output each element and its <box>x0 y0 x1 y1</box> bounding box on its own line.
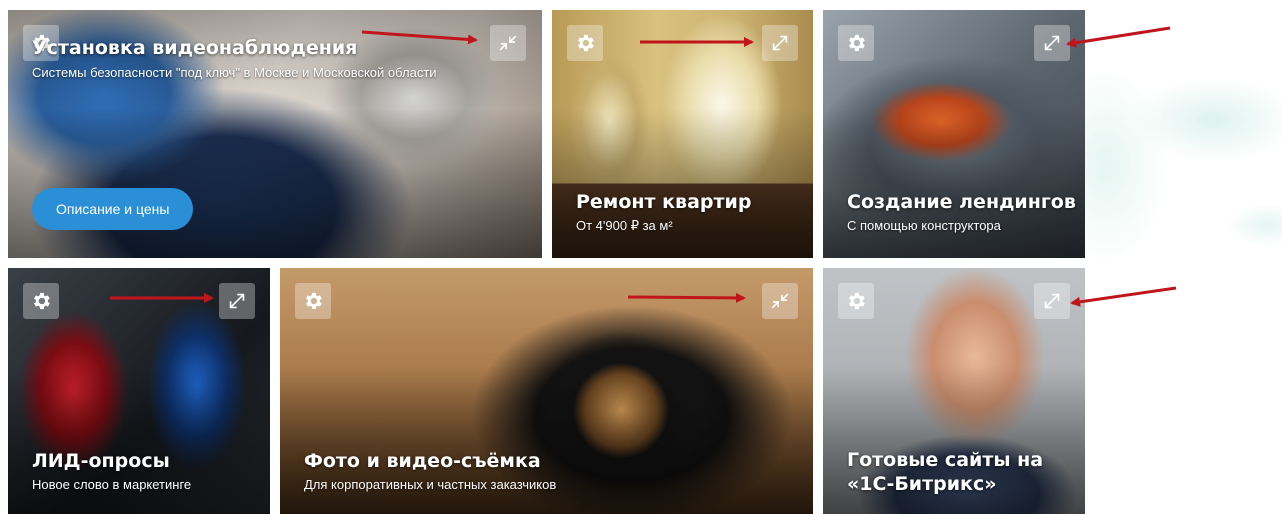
tile-title-line2: «1С-Битрикс» <box>847 473 997 495</box>
tile-overlay <box>823 109 1085 258</box>
expand-icon <box>226 290 248 312</box>
expand-button[interactable] <box>219 283 255 319</box>
tile-video-surveillance[interactable]: Установка видеонаблюдения Системы безопа… <box>8 10 542 258</box>
tile-subtitle: С помощью конструктора <box>847 218 1001 233</box>
gear-icon <box>30 290 52 312</box>
tile-bitrix-sites[interactable]: Готовые сайты на «1С-Битрикс» <box>823 268 1085 514</box>
settings-button[interactable] <box>567 25 603 61</box>
tile-subtitle: Для корпоративных и частных заказчиков <box>304 477 557 492</box>
tile-subtitle: Новое слово в маркетинге <box>32 477 192 492</box>
expand-icon <box>1041 290 1063 312</box>
tile-grid: Установка видеонаблюдения Системы безопа… <box>0 0 1282 514</box>
tile-title: Установка видеонаблюдения <box>32 37 358 59</box>
expand-icon <box>769 32 791 54</box>
tile-overlay <box>552 109 813 258</box>
settings-button[interactable] <box>838 25 874 61</box>
collapse-icon <box>497 32 519 54</box>
expand-button[interactable] <box>1034 283 1070 319</box>
tile-apartment-repair[interactable]: Ремонт квартир От 4'900 ₽ за м² <box>552 10 813 258</box>
gear-icon <box>845 32 867 54</box>
settings-button[interactable] <box>838 283 874 319</box>
collapse-icon <box>769 290 791 312</box>
expand-button[interactable] <box>762 25 798 61</box>
settings-button[interactable] <box>23 283 59 319</box>
tile-landing-creation[interactable]: Создание лендингов С помощью конструктор… <box>823 10 1085 258</box>
tile-title: Ремонт квартир <box>576 191 752 213</box>
gear-icon <box>845 290 867 312</box>
tile-title: Создание лендингов <box>847 191 1076 213</box>
tile-overlay <box>8 109 542 258</box>
collapse-button[interactable] <box>762 283 798 319</box>
expand-button[interactable] <box>1034 25 1070 61</box>
expand-icon <box>1041 32 1063 54</box>
settings-button[interactable] <box>295 283 331 319</box>
description-and-prices-button[interactable]: Описание и цены <box>32 188 194 230</box>
tile-subtitle: Системы безопасности "под ключ" в Москве… <box>32 65 437 80</box>
tile-title-line1: Готовые сайты на <box>847 449 1044 471</box>
tile-title: Фото и видео-съёмка <box>304 450 541 472</box>
gear-icon <box>302 290 324 312</box>
tile-title: ЛИД-опросы <box>32 450 170 472</box>
collapse-button[interactable] <box>490 25 526 61</box>
gear-icon <box>574 32 596 54</box>
tile-subtitle: От 4'900 ₽ за м² <box>576 218 673 233</box>
tile-photo-video[interactable]: Фото и видео-съёмка Для корпоративных и … <box>280 268 813 514</box>
tile-lead-surveys[interactable]: ЛИД-опросы Новое слово в маркетинге <box>8 268 270 514</box>
